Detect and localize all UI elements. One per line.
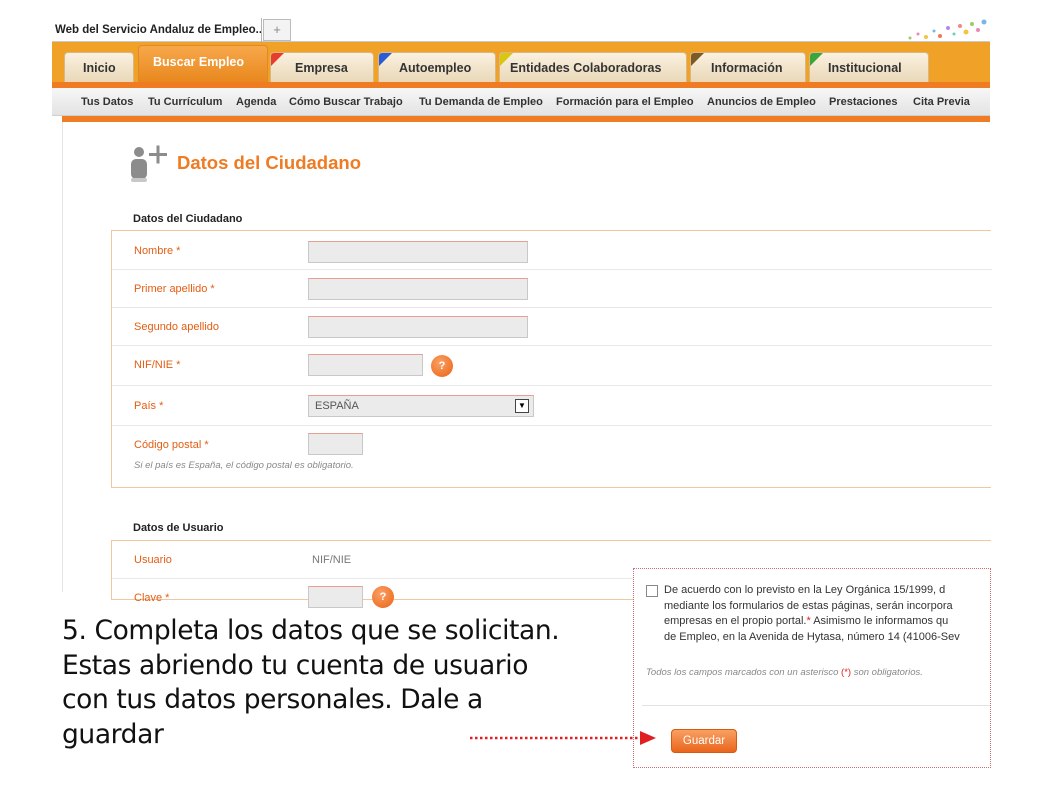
usuario-value: NIF/NIE xyxy=(312,554,352,566)
nombre-label: Nombre * xyxy=(134,245,181,257)
callout-divider xyxy=(642,705,990,706)
nav-tab-label: Inicio xyxy=(83,61,116,75)
codigo-postal-hint: Si el país es España, el código postal e… xyxy=(134,460,354,471)
legal-consent-text: De acuerdo con lo previsto en la Ley Org… xyxy=(664,583,990,645)
blue-flag-icon xyxy=(379,53,392,66)
yellow-flag-icon xyxy=(500,53,513,66)
primer-apellido-label: Primer apellido * xyxy=(134,283,215,295)
subnav-item-anuncios[interactable]: Anuncios de Empleo xyxy=(707,88,816,116)
clave-help-button[interactable]: ? xyxy=(372,586,394,608)
save-button[interactable]: Guardar xyxy=(671,729,737,753)
required-note-part: Todos los campos marcados con un asteris… xyxy=(646,667,842,678)
segundo-apellido-input[interactable] xyxy=(308,316,528,338)
nav-tab-informacion[interactable]: Información xyxy=(690,52,806,82)
main-content: Datos del Ciudadano Datos del Ciudadano … xyxy=(62,122,992,608)
legal-line: De acuerdo con lo previsto en la Ley Org… xyxy=(664,584,946,596)
subnav-item-curriculum[interactable]: Tu Currículum xyxy=(148,88,222,116)
subnav-item-tus-datos[interactable]: Tus Datos xyxy=(81,88,133,116)
green-flag-icon xyxy=(810,53,823,66)
browser-tab[interactable]: Web del Servicio Andaluz de Empleo.... xyxy=(52,18,262,42)
nav-tab-entidades-colaboradoras[interactable]: Entidades Colaboradoras xyxy=(499,52,687,82)
legal-line: mediante los formularios de estas página… xyxy=(664,599,953,612)
legal-line: empresas en el propio portal.* Asimismo … xyxy=(664,614,990,630)
subnav-item-como-buscar[interactable]: Cómo Buscar Trabajo xyxy=(289,88,403,116)
nav-tab-buscar-empleo[interactable]: Buscar Empleo xyxy=(138,45,268,83)
form-row-codigo-postal: Código postal * Si el país es España, el… xyxy=(112,426,992,489)
page-title: Datos del Ciudadano xyxy=(177,152,361,173)
section-title-user: Datos de Usuario xyxy=(133,522,224,534)
decorative-dots-icon xyxy=(908,19,987,40)
nombre-input[interactable] xyxy=(308,241,528,263)
subnav-item-cita-previa[interactable]: Cita Previa xyxy=(913,88,970,116)
brown-flag-icon xyxy=(691,53,704,66)
legal-line-part: empresas en el propio portal. xyxy=(664,615,807,627)
clave-input[interactable] xyxy=(308,586,363,608)
nif-help-button[interactable]: ? xyxy=(431,355,453,377)
pais-label: País * xyxy=(134,400,164,412)
required-fields-note: Todos los campos marcados con un asteris… xyxy=(646,667,923,678)
nav-tab-inicio[interactable]: Inicio xyxy=(64,52,134,82)
nav-tab-label: Buscar Empleo xyxy=(153,55,245,69)
nav-tab-label: Autoempleo xyxy=(399,61,472,75)
chevron-down-icon[interactable]: ▼ xyxy=(515,399,529,413)
required-asterisk: (*) xyxy=(841,667,852,678)
browser-tab-bar: Web del Servicio Andaluz de Empleo.... + xyxy=(52,18,990,42)
zoomed-callout: De acuerdo con lo previsto en la Ley Org… xyxy=(633,568,991,768)
codigo-postal-label: Código postal * xyxy=(134,439,209,451)
legal-consent-checkbox[interactable] xyxy=(646,585,658,597)
nif-input[interactable] xyxy=(308,354,423,376)
form-row-nif: NIF/NIE * ? xyxy=(112,346,992,386)
form-row-segundo-apellido: Segundo apellido xyxy=(112,308,992,346)
new-tab-button[interactable]: + xyxy=(263,19,291,41)
nav-tab-autoempleo[interactable]: Autoempleo xyxy=(378,52,496,82)
add-person-icon xyxy=(131,145,167,182)
usuario-label: Usuario xyxy=(134,554,172,566)
subnav-item-agenda[interactable]: Agenda xyxy=(236,88,276,116)
citizen-form: Nombre * Primer apellido * Segundo apell… xyxy=(111,230,992,489)
legal-line: de Empleo, en la Avenida de Hytasa, núme… xyxy=(664,630,960,643)
section-title-citizen: Datos del Ciudadano xyxy=(133,213,243,225)
form-row-primer-apellido: Primer apellido * xyxy=(112,270,992,308)
codigo-postal-input[interactable] xyxy=(308,433,363,455)
pais-selected-value: ESPAÑA xyxy=(315,400,359,412)
required-note-part: son obligatorios. xyxy=(851,667,923,678)
red-flag-icon xyxy=(271,53,284,66)
form-row-pais: País * ESPAÑA ▼ xyxy=(112,386,992,426)
primer-apellido-input[interactable] xyxy=(308,278,528,300)
nav-tab-label: Institucional xyxy=(828,61,902,75)
nav-tab-institucional[interactable]: Institucional xyxy=(809,52,929,82)
subnav-item-demanda[interactable]: Tu Demanda de Empleo xyxy=(419,88,543,116)
sub-navigation: Tus Datos Tu Currículum Agenda Cómo Busc… xyxy=(52,88,990,116)
nav-tab-empresa[interactable]: Empresa xyxy=(270,52,374,82)
subnav-item-formacion[interactable]: Formación para el Empleo xyxy=(556,88,694,116)
nav-tab-label: Empresa xyxy=(295,61,348,75)
form-row-nombre: Nombre * xyxy=(112,231,992,270)
segundo-apellido-label: Segundo apellido xyxy=(134,321,220,333)
pais-select[interactable]: ESPAÑA ▼ xyxy=(308,395,534,417)
dotted-arrow-icon xyxy=(470,731,656,745)
nav-tab-label: Entidades Colaboradoras xyxy=(510,61,662,75)
subnav-item-prestaciones[interactable]: Prestaciones xyxy=(829,88,897,116)
clave-label: Clave * xyxy=(134,592,170,604)
legal-line-part: Asimismo le informamos qu xyxy=(810,615,949,627)
tutorial-screenshot: Web del Servicio Andaluz de Empleo.... +… xyxy=(0,0,1058,793)
nif-label: NIF/NIE * xyxy=(134,359,181,371)
nav-tab-label: Información xyxy=(711,61,783,75)
